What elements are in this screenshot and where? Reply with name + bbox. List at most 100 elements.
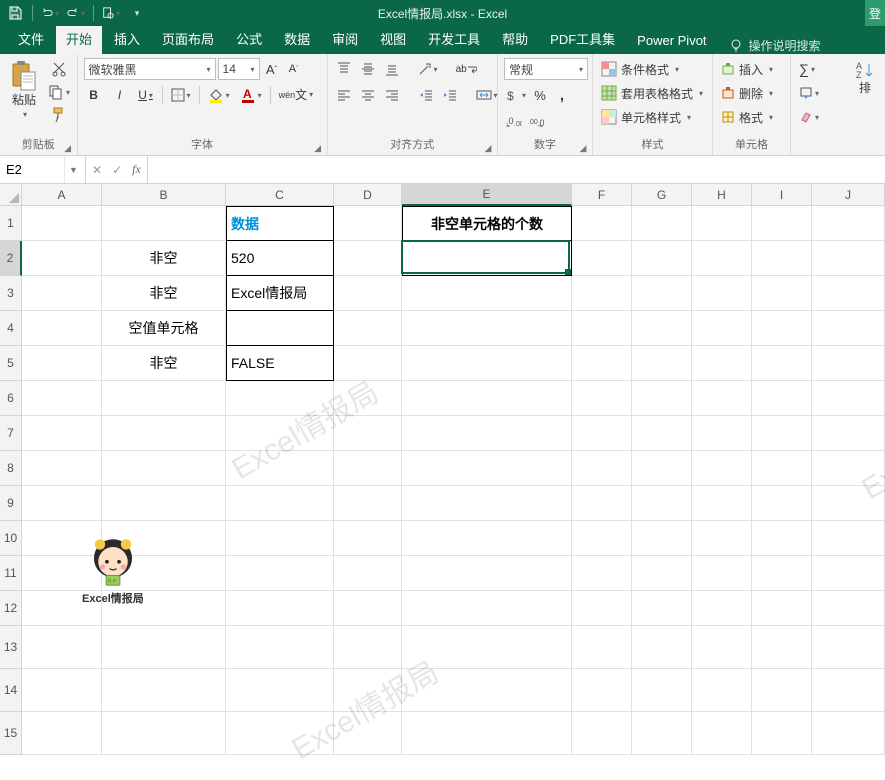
cell-I5[interactable] xyxy=(752,346,812,381)
column-header[interactable]: H xyxy=(692,184,752,206)
cell-F3[interactable] xyxy=(572,276,632,311)
column-header[interactable]: F xyxy=(572,184,632,206)
tab-view[interactable]: 视图 xyxy=(370,23,416,54)
cell-A1[interactable] xyxy=(22,206,102,241)
column-header[interactable]: J xyxy=(812,184,885,206)
cell-D7[interactable] xyxy=(334,416,402,451)
fill-color-button[interactable] xyxy=(206,84,232,106)
row-header[interactable]: 8 xyxy=(0,451,22,486)
row-header[interactable]: 10 xyxy=(0,521,22,556)
cell-G11[interactable] xyxy=(632,556,692,591)
cell-F14[interactable] xyxy=(572,669,632,712)
orientation-button[interactable] xyxy=(416,58,440,80)
underline-button[interactable]: U xyxy=(136,84,156,106)
border-button[interactable] xyxy=(169,84,193,106)
cell-G4[interactable] xyxy=(632,311,692,346)
enter-button[interactable]: ✓ xyxy=(112,163,122,177)
cell-A15[interactable] xyxy=(22,712,102,755)
wrap-text-button[interactable]: ab xyxy=(454,58,479,80)
cell-J15[interactable] xyxy=(812,712,885,755)
cell-E12[interactable] xyxy=(402,591,572,626)
align-left-button[interactable] xyxy=(334,84,354,106)
column-header[interactable]: A xyxy=(22,184,102,206)
name-box-input[interactable] xyxy=(0,156,64,183)
tab-file[interactable]: 文件 xyxy=(8,23,54,54)
cell-C4[interactable] xyxy=(226,311,334,346)
tab-help[interactable]: 帮助 xyxy=(492,23,538,54)
cell-I4[interactable] xyxy=(752,311,812,346)
column-header[interactable]: C xyxy=(226,184,334,206)
increase-font-button[interactable]: Aˆ xyxy=(262,58,282,80)
row-header[interactable]: 6 xyxy=(0,381,22,416)
row-header[interactable]: 7 xyxy=(0,416,22,451)
launcher-icon[interactable]: ◢ xyxy=(63,143,73,153)
font-size-combo[interactable]: 14▾ xyxy=(218,58,260,80)
cell-J4[interactable] xyxy=(812,311,885,346)
cell-H6[interactable] xyxy=(692,381,752,416)
cell-C8[interactable] xyxy=(226,451,334,486)
column-header[interactable]: G xyxy=(632,184,692,206)
cut-button[interactable] xyxy=(46,58,72,80)
cell-C11[interactable] xyxy=(226,556,334,591)
cell-C14[interactable] xyxy=(226,669,334,712)
accounting-format-button[interactable]: $ xyxy=(504,84,528,106)
bold-button[interactable]: B xyxy=(84,84,104,106)
cell-A3[interactable] xyxy=(22,276,102,311)
cell-E1[interactable]: 非空单元格的个数 xyxy=(402,206,572,241)
cell-A4[interactable] xyxy=(22,311,102,346)
tab-formulas[interactable]: 公式 xyxy=(226,23,272,54)
font-color-button[interactable]: A xyxy=(238,84,264,106)
cell-G5[interactable] xyxy=(632,346,692,381)
cell-A9[interactable] xyxy=(22,486,102,521)
tab-insert[interactable]: 插入 xyxy=(104,23,150,54)
cell-H1[interactable] xyxy=(692,206,752,241)
format-as-table-button[interactable]: 套用表格格式 xyxy=(599,82,711,104)
align-center-button[interactable] xyxy=(358,84,378,106)
cell-B3[interactable]: 非空 xyxy=(102,276,226,311)
cell-A2[interactable] xyxy=(22,241,102,276)
cancel-button[interactable]: ✕ xyxy=(92,163,102,177)
row-header[interactable]: 1 xyxy=(0,206,22,241)
column-header[interactable]: I xyxy=(752,184,812,206)
cell-G10[interactable] xyxy=(632,521,692,556)
launcher-icon[interactable]: ◢ xyxy=(578,143,588,153)
print-preview-icon[interactable] xyxy=(102,4,120,22)
name-box-dropdown-icon[interactable]: ▼ xyxy=(64,156,82,183)
decrease-indent-button[interactable] xyxy=(416,84,436,106)
cell-G7[interactable] xyxy=(632,416,692,451)
align-middle-button[interactable] xyxy=(358,58,378,80)
login-button[interactable]: 登 xyxy=(865,0,885,26)
align-top-button[interactable] xyxy=(334,58,354,80)
cell-I11[interactable] xyxy=(752,556,812,591)
cell-styles-button[interactable]: 单元格样式 xyxy=(599,106,711,128)
cell-B2[interactable]: 非空 xyxy=(102,241,226,276)
cell-A8[interactable] xyxy=(22,451,102,486)
cell-C12[interactable] xyxy=(226,591,334,626)
cell-I7[interactable] xyxy=(752,416,812,451)
cell-J3[interactable] xyxy=(812,276,885,311)
cell-D5[interactable] xyxy=(334,346,402,381)
row-header[interactable]: 2 xyxy=(0,241,22,276)
cell-I6[interactable] xyxy=(752,381,812,416)
cell-D3[interactable] xyxy=(334,276,402,311)
cell-D8[interactable] xyxy=(334,451,402,486)
cell-A13[interactable] xyxy=(22,626,102,669)
cell-J5[interactable] xyxy=(812,346,885,381)
cell-E6[interactable] xyxy=(402,381,572,416)
conditional-format-button[interactable]: 条件格式 xyxy=(599,58,711,80)
number-format-combo[interactable]: 常规▾ xyxy=(504,58,588,80)
cell-B5[interactable]: 非空 xyxy=(102,346,226,381)
cell-H4[interactable] xyxy=(692,311,752,346)
cell-G2[interactable] xyxy=(632,241,692,276)
formula-input[interactable] xyxy=(148,156,885,183)
cell-I8[interactable] xyxy=(752,451,812,486)
cell-B1[interactable] xyxy=(102,206,226,241)
cell-C15[interactable] xyxy=(226,712,334,755)
cell-A5[interactable] xyxy=(22,346,102,381)
cell-I14[interactable] xyxy=(752,669,812,712)
cell-J13[interactable] xyxy=(812,626,885,669)
autosum-button[interactable]: ∑ xyxy=(797,58,817,80)
row-header[interactable]: 14 xyxy=(0,669,22,712)
column-header[interactable]: D xyxy=(334,184,402,206)
cell-J2[interactable] xyxy=(812,241,885,276)
